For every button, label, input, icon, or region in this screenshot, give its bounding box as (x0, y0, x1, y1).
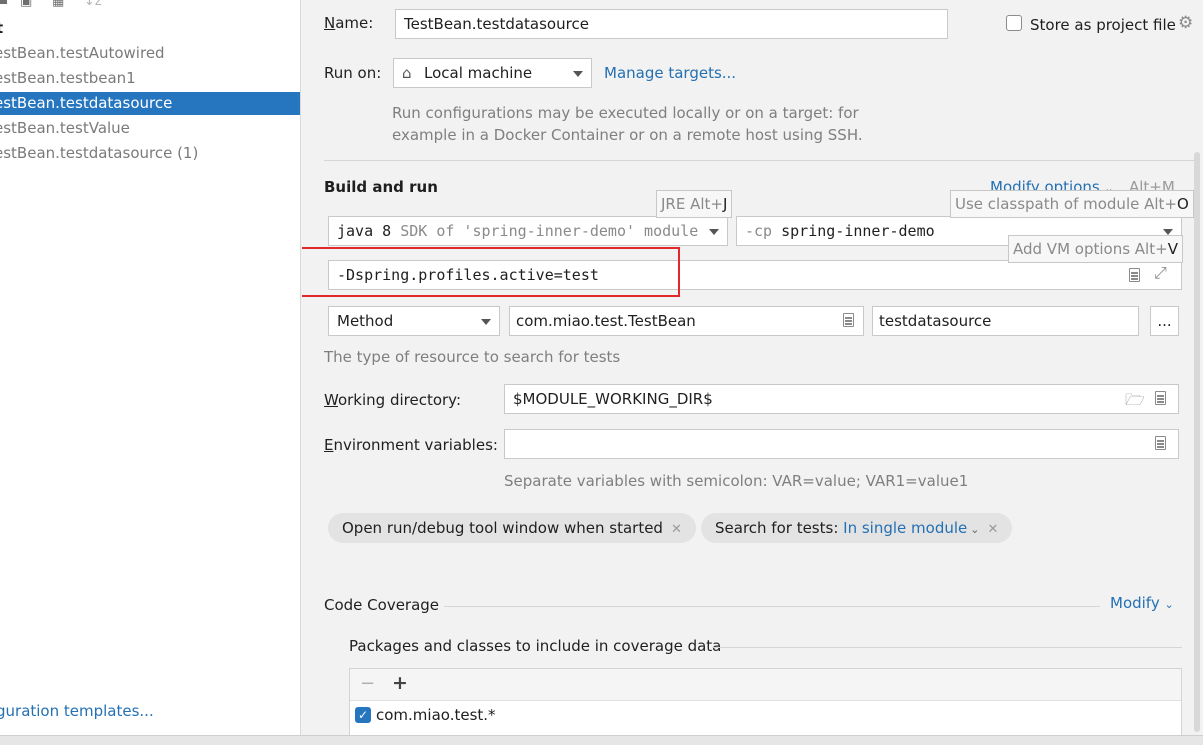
tree-item-label: estBean.testdatasource (1) (0, 144, 199, 162)
class-field[interactable]: com.miao.test.TestBean (509, 306, 864, 336)
environment-variables-field[interactable] (504, 429, 1179, 459)
build-and-run-title: Build and run (324, 178, 438, 196)
tree-item-label: estBean.testAutowired (0, 44, 165, 62)
tree-item-selected[interactable]: estBean.testdatasource (0, 92, 300, 115)
expand-icon[interactable]: ⤢ (1154, 263, 1167, 283)
tree-item-label: estBean.testbean1 (0, 69, 136, 87)
folder-icon[interactable]: 🗁 (1125, 389, 1145, 416)
vertical-scrollbar[interactable] (1194, 152, 1200, 732)
remove-icon[interactable]: − (360, 673, 375, 694)
store-as-project-file-label[interactable]: Store as project file (1030, 16, 1176, 34)
gear-icon[interactable]: ⚙ (1178, 13, 1193, 33)
tree-item-label: estBean.testdatasource (0, 94, 173, 112)
tree-item[interactable]: estBean.testdatasource (1) (0, 142, 300, 165)
coverage-list-toolbar: − + (350, 669, 1181, 701)
manage-targets-link[interactable]: Manage targets... (604, 64, 736, 82)
jdk-value: java 8 (337, 222, 392, 240)
jdk-source: SDK of 'spring-inner-demo' module (400, 222, 699, 240)
classpath-shortcut-tooltip: Use classpath of module Alt+O (950, 190, 1194, 218)
chevron-down-icon: ⌄ (970, 523, 980, 536)
store-as-project-file-checkbox[interactable] (1006, 15, 1022, 31)
home-icon: ⌂ (402, 64, 412, 82)
coverage-item-label: com.miao.test.* (376, 706, 496, 724)
search-for-tests-chip[interactable]: Search for tests: In single module ⌄ ✕ (701, 513, 1013, 543)
run-on-hint: Run configurations may be executed local… (392, 104, 863, 144)
chevron-down-icon (481, 319, 491, 325)
jre-shortcut-tooltip: JRE Alt+J (656, 190, 733, 218)
working-directory-label: Working directory: (324, 391, 462, 409)
document-icon[interactable] (1155, 436, 1166, 450)
close-icon[interactable]: ✕ (987, 522, 998, 537)
open-tool-window-chip[interactable]: Open run/debug tool window when started ✕ (328, 513, 696, 543)
new-folder-icon[interactable]: ▦ (52, 0, 64, 9)
sort-icon[interactable]: ↓z (84, 0, 102, 9)
chevron-down-icon (709, 229, 719, 235)
document-icon[interactable] (1129, 268, 1140, 282)
configuration-editor: Name: TestBean.testdatasource Store as p… (302, 0, 1203, 735)
close-icon[interactable]: ✕ (671, 522, 682, 537)
divider (712, 647, 1182, 648)
tree-item[interactable]: estBean.testAutowired (0, 42, 300, 65)
tree-item[interactable]: estBean.testbean1 (0, 67, 300, 90)
code-coverage-title: Code Coverage (324, 596, 440, 614)
tree-item-label: estBean.testValue (0, 119, 130, 137)
test-kind-value: Method (337, 312, 394, 330)
divider (444, 606, 1100, 607)
name-field[interactable]: TestBean.testdatasource (395, 9, 948, 39)
modify-coverage-link[interactable]: Modify ⌄ (1110, 594, 1174, 612)
search-scope-link[interactable]: In single module (843, 519, 967, 537)
environment-variables-hint: Separate variables with semicolon: VAR=v… (504, 472, 969, 490)
run-on-label: Run on: (324, 64, 382, 82)
test-kind-dropdown[interactable]: Method (328, 306, 500, 336)
tree-root-label[interactable]: t (0, 19, 3, 37)
environment-variables-label: Environment variables: (324, 436, 498, 454)
resource-hint: The type of resource to search for tests (324, 348, 621, 366)
configurations-tree-panel: ▬ ▣ ▦ ↓z t estBean.testAutowired estBean… (0, 0, 301, 735)
method-field[interactable]: testdatasource (872, 306, 1139, 336)
edit-configuration-templates-link[interactable]: guration templates... (0, 702, 154, 720)
document-icon[interactable] (1155, 391, 1166, 405)
add-icon[interactable]: + (392, 672, 408, 694)
divider (324, 160, 1194, 161)
cp-prefix: -cp (745, 222, 773, 240)
document-icon[interactable] (843, 313, 854, 327)
name-label: Name: (324, 14, 374, 32)
bottom-strip (0, 735, 1203, 745)
working-directory-field[interactable]: $MODULE_WORKING_DIR$ (504, 384, 1179, 414)
save-icon[interactable]: ▣ (20, 0, 32, 9)
browse-method-button[interactable]: ... (1150, 306, 1179, 336)
run-on-dropdown[interactable]: ⌂ Local machine (393, 58, 592, 88)
cp-value: spring-inner-demo (781, 222, 935, 240)
jdk-dropdown[interactable]: java 8 SDK of 'spring-inner-demo' module (328, 216, 728, 246)
chevron-down-icon (573, 71, 583, 77)
coverage-list: − + ✓ com.miao.test.* (349, 668, 1182, 735)
packages-title: Packages and classes to include in cover… (349, 637, 722, 655)
add-icon[interactable]: ▬ (0, 0, 8, 9)
vm-options-shortcut-tooltip: Add VM options Alt+V (1008, 235, 1183, 263)
highlight-annotation-box (302, 247, 680, 297)
tree-item[interactable]: estBean.testValue (0, 117, 300, 140)
run-on-value: Local machine (424, 64, 533, 82)
coverage-item-checkbox[interactable]: ✓ (355, 707, 371, 723)
